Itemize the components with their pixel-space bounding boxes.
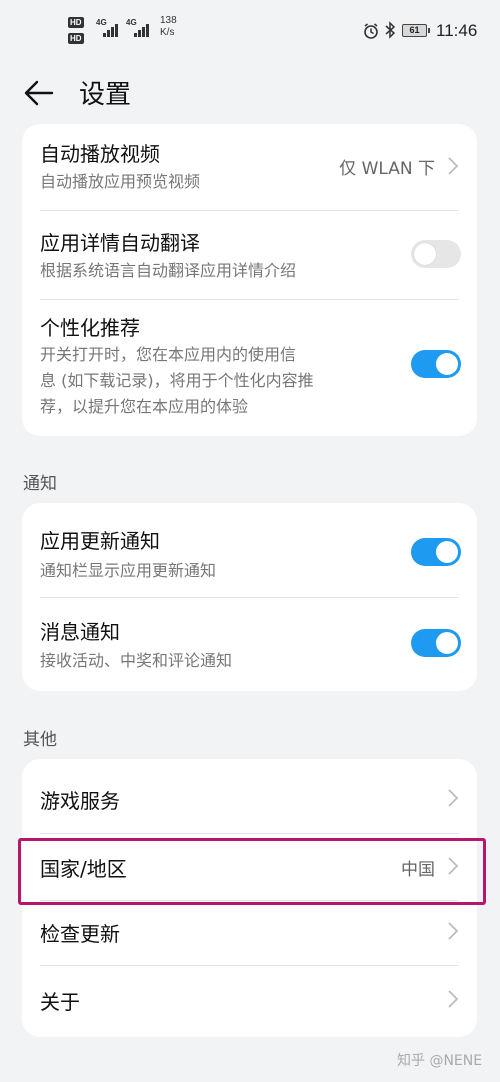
personalized-recommend-desc-line: 息 (如下载记录)，将用于个性化内容推	[40, 371, 314, 390]
app-header: 设置	[0, 62, 500, 124]
autoplay-video-value: 仅 WLAN 下	[339, 159, 435, 179]
message-notify-title: 消息通知	[40, 620, 120, 644]
notifications-section-label: 通知	[23, 474, 57, 494]
hd-badge: HD	[68, 17, 84, 28]
personalized-recommend-title: 个性化推荐	[40, 316, 140, 340]
game-service-row[interactable]: 游戏服务	[22, 759, 477, 831]
update-notify-subtitle: 通知栏显示应用更新通知	[40, 561, 217, 580]
toggle-knob	[436, 541, 458, 563]
network-speed: 138 K/s	[160, 15, 177, 39]
signal-strength-icon	[134, 23, 149, 37]
hd-badge: HD	[68, 33, 84, 44]
personalized-recommend-desc-line: 开关打开时，您在本应用内的使用信	[40, 345, 297, 364]
network-speed-value: 138	[160, 15, 177, 26]
update-notify-toggle[interactable]	[411, 538, 461, 566]
watermark: 知乎 @NENE	[397, 1053, 483, 1069]
signal-strength-icon	[103, 23, 118, 37]
check-update-title: 检查更新	[40, 922, 120, 946]
update-notify-title: 应用更新通知	[40, 529, 160, 553]
notifications-card: 应用更新通知 通知栏显示应用更新通知 消息通知 接收活动、中奖和评论通知	[22, 503, 477, 691]
page-title: 设置	[79, 80, 132, 110]
battery-icon: 61	[402, 24, 430, 37]
highlight-box	[18, 838, 486, 905]
toggle-knob	[436, 353, 458, 375]
bluetooth-icon	[385, 21, 396, 39]
back-arrow-icon[interactable]	[22, 76, 56, 110]
chevron-right-icon	[448, 990, 459, 1008]
message-notify-subtitle: 接收活动、中奖和评论通知	[40, 651, 233, 670]
general-settings-card: 自动播放视频 自动播放应用预览视频 仅 WLAN 下 应用详情自动翻译 根据系统…	[22, 124, 477, 436]
about-title: 关于	[40, 990, 80, 1014]
autoplay-video-row[interactable]: 自动播放视频 自动播放应用预览视频 仅 WLAN 下	[22, 124, 477, 210]
status-bar: HD HD 4G 4G 138 K/s 61 11:46	[0, 0, 500, 62]
autoplay-video-title: 自动播放视频	[40, 142, 160, 166]
game-service-title: 游戏服务	[40, 789, 120, 813]
toggle-knob	[436, 632, 458, 654]
chevron-right-icon	[448, 789, 459, 807]
alarm-icon	[364, 23, 378, 39]
chevron-right-icon	[448, 157, 459, 175]
check-update-row[interactable]: 检查更新	[22, 901, 477, 965]
auto-translate-title: 应用详情自动翻译	[40, 231, 200, 255]
personalized-recommend-row: 个性化推荐 开关打开时，您在本应用内的使用信 息 (如下载记录)，将用于个性化内…	[22, 300, 477, 436]
toggle-knob	[414, 243, 436, 265]
message-notify-row: 消息通知 接收活动、中奖和评论通知	[22, 598, 477, 691]
auto-translate-toggle[interactable]	[411, 240, 461, 268]
clock: 11:46	[436, 21, 478, 40]
network-speed-unit: K/s	[160, 27, 175, 38]
other-section-label: 其他	[23, 730, 57, 750]
chevron-right-icon	[448, 922, 459, 940]
personalized-recommend-desc-line: 荐，以提升您在本应用的体验	[40, 397, 249, 416]
personalized-recommend-toggle[interactable]	[411, 350, 461, 378]
autoplay-video-subtitle: 自动播放应用预览视频	[40, 172, 201, 191]
about-row[interactable]: 关于	[22, 966, 477, 1037]
message-notify-toggle[interactable]	[411, 629, 461, 657]
auto-translate-row: 应用详情自动翻译 根据系统语言自动翻译应用详情介绍	[22, 211, 477, 299]
update-notify-row: 应用更新通知 通知栏显示应用更新通知	[22, 503, 477, 597]
auto-translate-subtitle: 根据系统语言自动翻译应用详情介绍	[40, 261, 297, 280]
